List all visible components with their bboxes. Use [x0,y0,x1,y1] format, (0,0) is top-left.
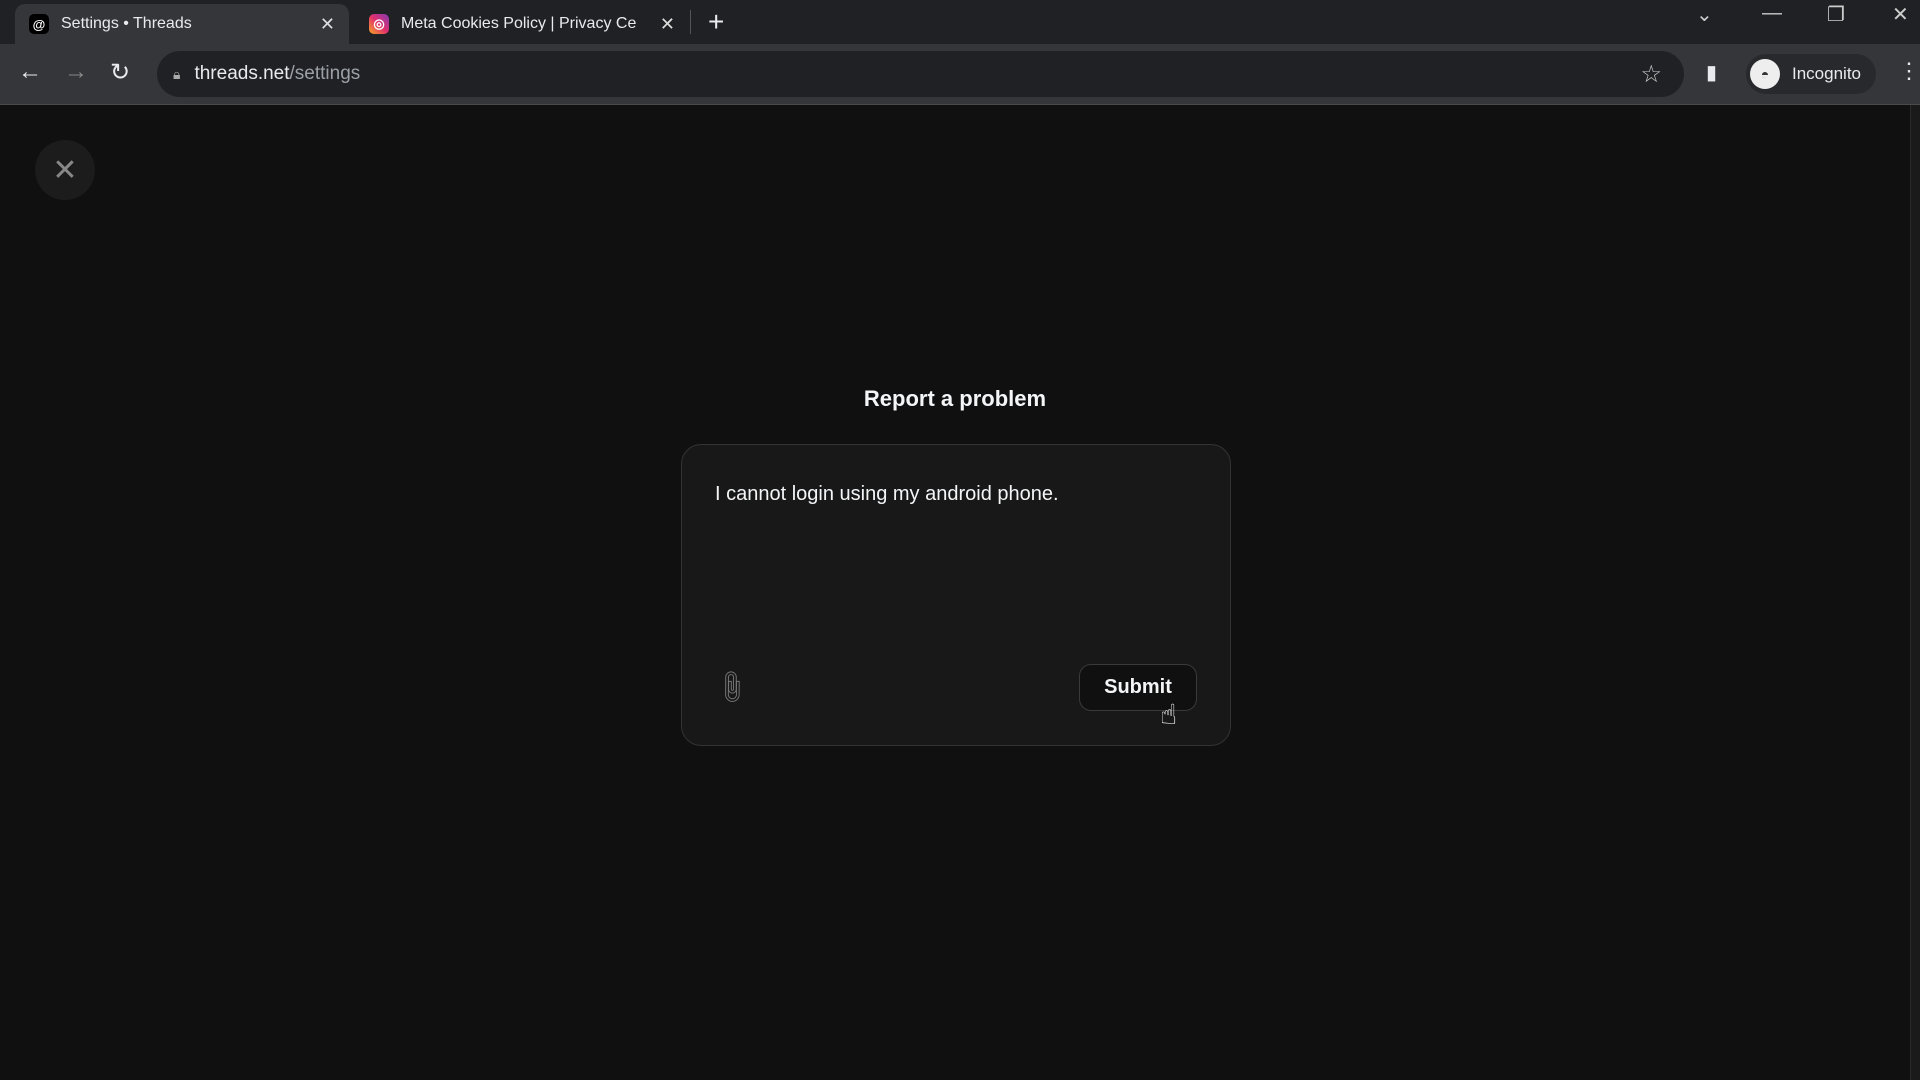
incognito-label: Incognito [1792,64,1861,83]
hand-cursor-icon: ☝︎ [1160,699,1178,730]
instagram-icon: ◎ [369,14,389,34]
new-tab-button[interactable]: + [708,6,724,38]
lock-icon: 🔒︎ [173,65,181,82]
close-tab-icon[interactable]: ✕ [660,14,675,35]
window-close-icon[interactable]: ✕ [1892,2,1909,27]
tab-search-icon[interactable]: ⌄ [1696,2,1713,27]
url-path: /settings [289,63,361,84]
report-problem-card: I cannot login using my android phone. 📎… [681,444,1231,746]
restore-icon[interactable]: ❐ [1827,2,1845,27]
side-panel-icon[interactable]: ▮ [1706,60,1717,85]
forward-icon[interactable]: → [64,58,88,86]
tab-settings-threads[interactable]: @ Settings • Threads ✕ [15,4,349,44]
tab-meta-cookies[interactable]: ◎ Meta Cookies Policy | Privacy Ce ✕ [355,4,689,44]
close-tab-icon[interactable]: ✕ [320,14,335,35]
menu-icon[interactable]: ⋮ [1898,58,1920,84]
incognito-icon: ◓ [1750,59,1780,89]
dialog-title: Report a problem [863,386,1047,411]
scrollbar[interactable] [1910,105,1920,1080]
threads-icon: @ [29,14,49,34]
browser-toolbar: ← → ↻ 🔒︎ threads.net/settings ☆ ▮ ◓ Inco… [0,44,1920,105]
minimize-icon[interactable]: — [1762,2,1782,25]
paperclip-icon[interactable]: 📎︎ [710,666,752,708]
tab-title: Meta Cookies Policy | Privacy Ce [401,15,637,32]
tab-bar: @ Settings • Threads ✕ ◎ Meta Cookies Po… [0,0,1920,44]
reload-icon[interactable]: ↻ [110,58,130,87]
incognito-profile-button[interactable]: ◓ Incognito [1746,54,1876,94]
submit-button[interactable]: Submit [1079,664,1197,711]
url-host: threads.net [194,63,290,84]
close-icon[interactable]: ✕ [35,140,95,200]
address-bar[interactable]: 🔒︎ threads.net/settings ☆ [157,51,1684,97]
bookmark-star-icon[interactable]: ☆ [1640,60,1662,89]
back-icon[interactable]: ← [18,58,42,86]
tab-separator [690,10,691,34]
tab-title: Settings • Threads [61,15,192,32]
problem-textarea[interactable]: I cannot login using my android phone. [715,483,1059,506]
